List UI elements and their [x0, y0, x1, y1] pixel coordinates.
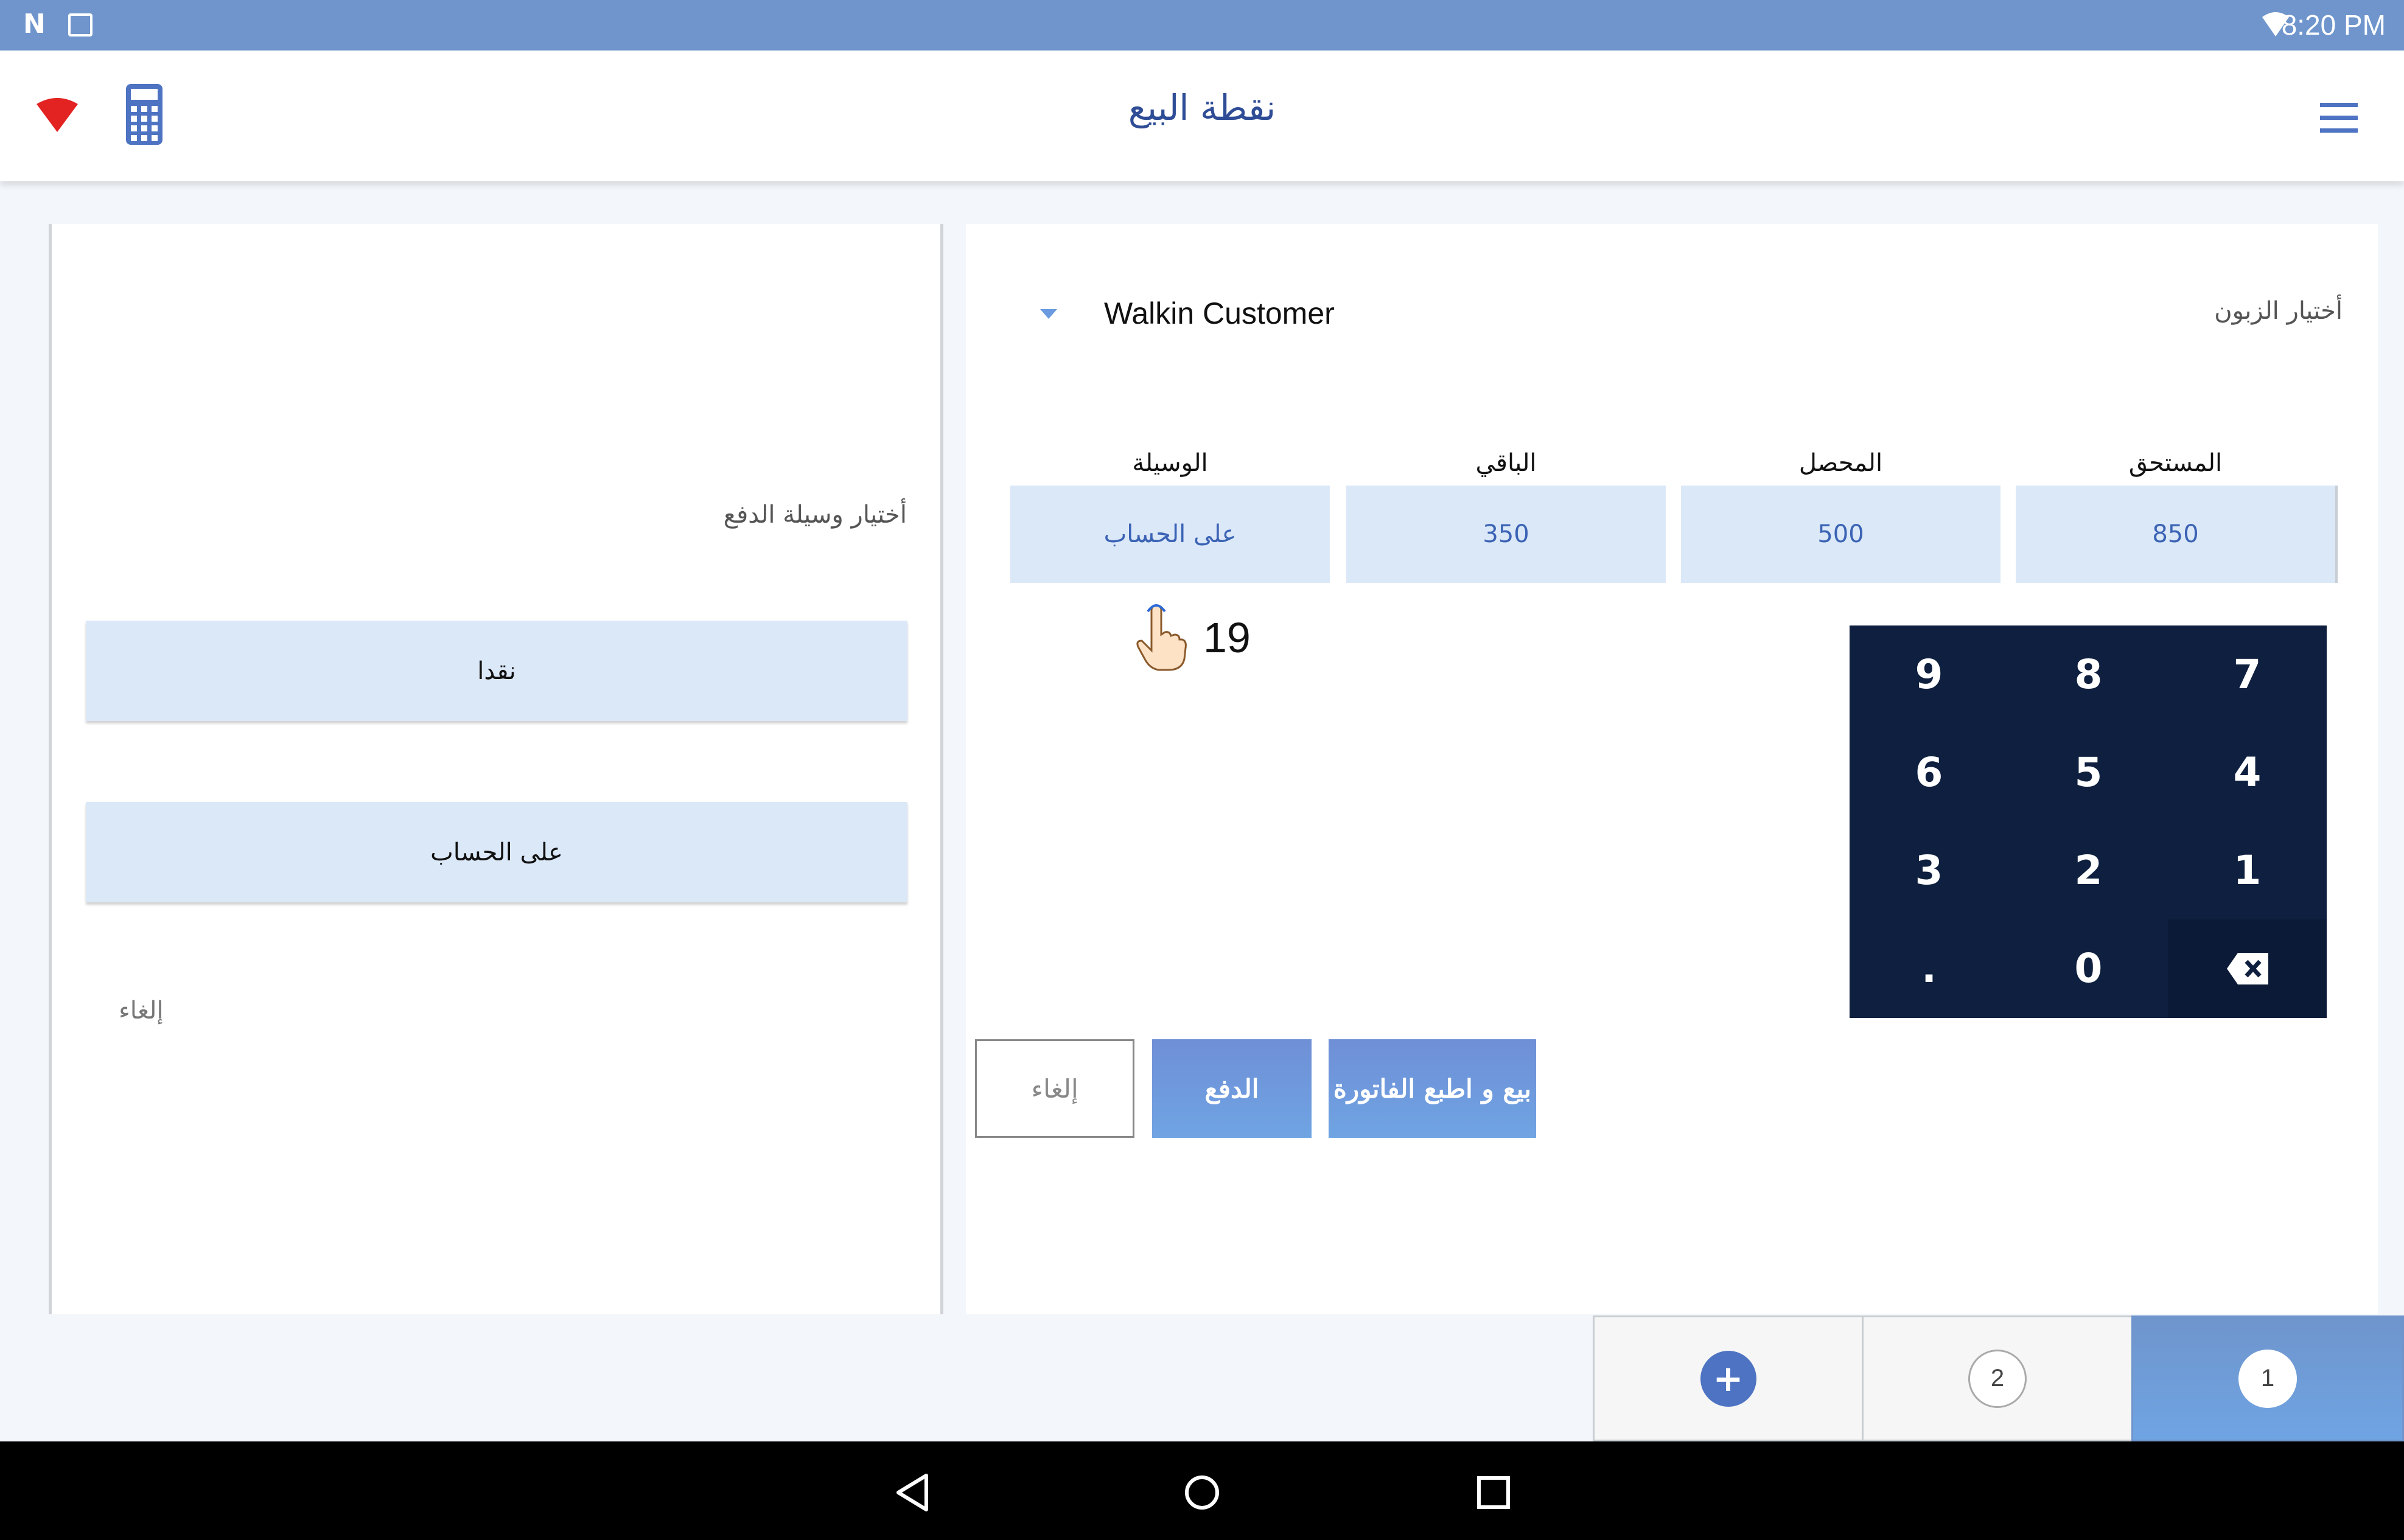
tab-1-label: 1	[2238, 1349, 2297, 1408]
customer-label: أختيار الزبون	[2214, 297, 2343, 325]
navigation-bar	[0, 1441, 2404, 1540]
dropdown-arrow-icon	[1040, 309, 1057, 319]
method-value[interactable]: على الحساب	[1010, 486, 1330, 583]
recents-icon[interactable]	[1476, 1476, 1511, 1510]
cancel-link[interactable]: إلغاء	[119, 997, 164, 1025]
cash-button[interactable]: نقدا	[86, 621, 907, 721]
key-3[interactable]: 3	[1850, 821, 2008, 919]
sell-and-print-button[interactable]: بيع و اطبع الفاتورة	[1329, 1039, 1536, 1138]
key-2[interactable]: 2	[2009, 821, 2168, 919]
key-7[interactable]: 7	[2168, 625, 2327, 723]
on-account-button[interactable]: على الحساب	[86, 802, 907, 902]
key-4[interactable]: 4	[2168, 723, 2327, 821]
key-5[interactable]: 5	[2009, 723, 2168, 821]
add-tab-button[interactable]: +	[1593, 1315, 1864, 1441]
collected-header: المحصل	[1798, 449, 1883, 477]
due-amount[interactable]: 850	[2016, 486, 2335, 583]
customer-value: Walkin Customer	[1104, 296, 1335, 330]
pay-button[interactable]: الدفع	[1152, 1039, 1312, 1138]
cancel-button[interactable]: إلغاء	[975, 1039, 1134, 1138]
customer-select[interactable]: Walkin Customer	[1039, 290, 1343, 338]
key-6[interactable]: 6	[1850, 723, 2008, 821]
status-bar: N 8:20 PM	[0, 0, 2404, 51]
tab-2[interactable]: 2	[1862, 1315, 2133, 1441]
remaining-amount[interactable]: 350	[1346, 486, 1666, 583]
due-header: المستحق	[2128, 449, 2223, 477]
touch-hand-icon	[1136, 604, 1187, 671]
payment-method-label: أختيار وسيلة الدفع	[723, 501, 907, 529]
add-icon: +	[1700, 1350, 1756, 1407]
collected-amount[interactable]: 500	[1681, 486, 2000, 583]
numpad: 7 8 9 4 5 6 1 2 3 0 .	[1850, 625, 2327, 1018]
key-0[interactable]: 0	[2009, 919, 2168, 1017]
image-notification-icon	[68, 13, 93, 37]
key-9[interactable]: 9	[1850, 625, 2008, 723]
method-header: الوسيلة	[1132, 449, 1208, 477]
back-icon[interactable]	[895, 1473, 931, 1512]
app-bar: نقطة البيع	[0, 51, 2404, 181]
key-decimal[interactable]: .	[1850, 919, 2008, 1017]
tab-2-label: 2	[1968, 1349, 2027, 1408]
touch-count: 19	[1203, 614, 1251, 661]
key-1[interactable]: 1	[2168, 821, 2327, 919]
page-title: نقطة البيع	[1128, 87, 1276, 128]
payment-method-panel: أختيار وسيلة الدفع نقدا على الحساب إلغاء	[49, 224, 943, 1314]
home-icon[interactable]	[1184, 1474, 1220, 1511]
tab-1[interactable]: 1	[2131, 1315, 2404, 1441]
key-8[interactable]: 8	[2009, 625, 2168, 723]
tab-strip: + 2 1	[1593, 1315, 2404, 1441]
remaining-header: الباقي	[1475, 449, 1537, 477]
backspace-icon	[2226, 952, 2268, 984]
status-time: 8:20 PM	[2281, 9, 2386, 41]
menu-icon[interactable]	[2320, 103, 2358, 133]
backspace-key[interactable]	[2168, 919, 2327, 1017]
notification-n-icon: N	[23, 9, 46, 40]
